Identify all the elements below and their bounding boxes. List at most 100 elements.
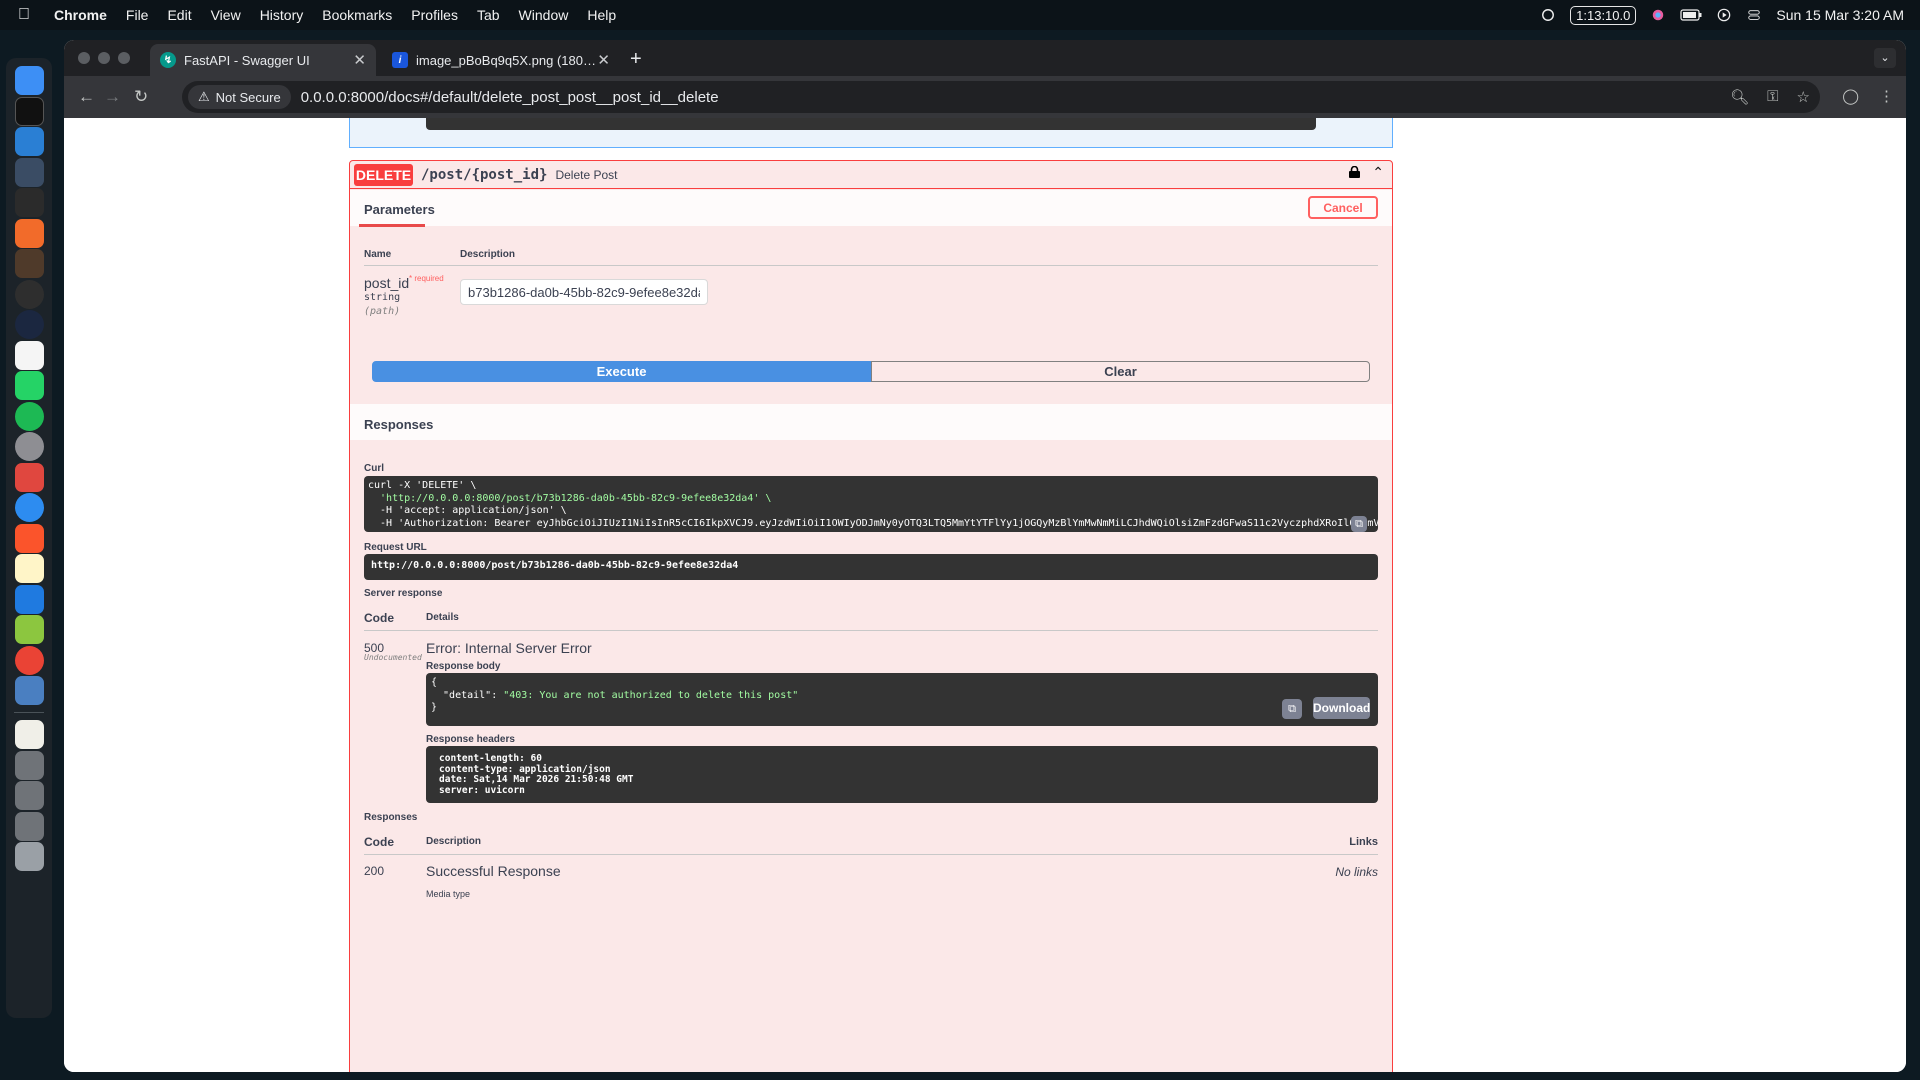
spotify-icon[interactable] — [15, 402, 44, 431]
chatgpt-icon[interactable] — [15, 280, 44, 309]
post-id-input[interactable] — [460, 279, 708, 305]
menubar-datetime[interactable]: Sun 15 Mar 3:20 AM — [1776, 7, 1904, 23]
menu-app-name[interactable]: Chrome — [54, 7, 107, 23]
parameters-tab-underline — [359, 224, 425, 227]
security-label: Not Secure — [215, 89, 281, 105]
zoom-window-button[interactable] — [118, 52, 130, 64]
tab-bar: ↯ FastAPI - Swagger UI ✕ i image_pBoBq9q… — [64, 40, 1906, 76]
security-indicator[interactable]: ⚠ Not Secure — [188, 85, 291, 109]
menu-edit[interactable]: Edit — [167, 7, 191, 23]
whatsapp-icon[interactable] — [15, 371, 44, 400]
play-icon[interactable] — [1716, 8, 1732, 22]
new-tab-icon[interactable]: + — [630, 48, 642, 71]
menu-bar:  Chrome File Edit View History Bookmark… — [0, 0, 1920, 30]
server-response-divider — [364, 630, 1378, 631]
terminal-icon[interactable] — [15, 97, 44, 126]
tab-search-chevron-icon[interactable]: ⌄ — [1874, 48, 1896, 68]
browser-toolbar: ← → ↻ ⚠ Not Secure 0.0.0.0:8000/docs#/de… — [64, 76, 1906, 118]
brave-icon[interactable] — [15, 524, 44, 553]
menu-window[interactable]: Window — [519, 7, 569, 23]
folder-icon[interactable] — [15, 751, 44, 780]
vscode-icon[interactable] — [15, 127, 44, 156]
json-key: "detail": — [431, 689, 504, 701]
folder-icon[interactable] — [15, 812, 44, 841]
copy-response-icon[interactable]: ⧉ — [1282, 699, 1302, 719]
response-links-200: No links — [1335, 865, 1378, 879]
header-line: server: uvicorn — [439, 784, 525, 796]
bookmark-star-icon[interactable]: ☆ — [1797, 88, 1810, 106]
menu-tab[interactable]: Tab — [477, 7, 500, 23]
app-icon-grid[interactable] — [15, 615, 44, 644]
error-title: Error: Internal Server Error — [426, 640, 592, 656]
address-bar[interactable]: ⚠ Not Secure 0.0.0.0:8000/docs#/default/… — [182, 81, 1820, 113]
trash-icon[interactable] — [15, 842, 44, 871]
safari-icon[interactable] — [15, 493, 44, 522]
app-icon-device[interactable] — [15, 188, 44, 217]
operation-summary[interactable]: DELETE /post/{post_id} Delete Post ⌃ — [350, 161, 1392, 189]
json-line: "detail": "403: You are not authorized t… — [431, 690, 1373, 703]
col-code-header: Code — [364, 835, 394, 849]
param-type: string — [364, 292, 401, 303]
app-icon-drive[interactable] — [15, 676, 44, 705]
menu-view[interactable]: View — [211, 7, 241, 23]
chevron-up-icon[interactable]: ⌃ — [1372, 164, 1384, 181]
response-headers-block[interactable]: content-length: 60 content-type: applicat… — [426, 746, 1378, 803]
recording-timer[interactable]: 1:13:10.0 — [1570, 5, 1637, 25]
download-button[interactable]: Download — [1313, 697, 1370, 719]
password-key-icon[interactable]: ⚿ — [1767, 88, 1778, 106]
response-description-200: Successful Response — [426, 863, 561, 879]
zoom-icon[interactable]: 🔍︎ — [1730, 88, 1749, 106]
close-tab-icon[interactable]: ✕ — [353, 51, 366, 69]
header-line: content-length: 60 — [439, 753, 542, 764]
cancel-button[interactable]: Cancel — [1308, 196, 1378, 219]
minimize-window-button[interactable] — [98, 52, 110, 64]
battery-icon[interactable] — [1680, 8, 1702, 22]
finder-icon[interactable] — [15, 66, 44, 95]
close-tab-icon[interactable]: ✕ — [597, 51, 610, 69]
app-icon-bird[interactable] — [15, 249, 44, 278]
tab-fastapi-swagger[interactable]: ↯ FastAPI - Swagger UI ✕ — [150, 44, 376, 76]
menu-profiles[interactable]: Profiles — [411, 7, 458, 23]
json-brace: } — [431, 702, 438, 713]
forward-icon[interactable]: → — [104, 87, 121, 107]
notes-icon[interactable] — [15, 554, 44, 583]
browser-window: ↯ FastAPI - Swagger UI ✕ i image_pBoBq9q… — [64, 40, 1906, 1072]
lock-icon[interactable] — [1349, 166, 1360, 178]
chatgpt-status-icon[interactable] — [1540, 8, 1556, 22]
tasks-icon[interactable] — [15, 585, 44, 614]
control-center-icon[interactable] — [1746, 8, 1762, 22]
reload-icon[interactable]: ↻ — [134, 87, 148, 107]
app-icon-orbit[interactable] — [15, 310, 44, 339]
more-menu-icon[interactable]: ⋮ — [1879, 87, 1894, 105]
url-text[interactable]: 0.0.0.0:8000/docs#/default/delete_post_p… — [301, 89, 719, 106]
app-icon-calendar[interactable] — [15, 463, 44, 492]
app-icon-a[interactable] — [15, 158, 44, 187]
curl-line: -H 'accept: application/json' \ — [368, 505, 567, 516]
back-icon[interactable]: ← — [78, 87, 95, 107]
menu-file[interactable]: File — [126, 7, 149, 23]
chrome-icon[interactable] — [15, 646, 44, 675]
response-body-block[interactable]: { "detail": "403: You are not authorized… — [426, 673, 1378, 726]
color-picker-icon[interactable] — [1650, 8, 1666, 22]
tab-parameters[interactable]: Parameters — [364, 202, 435, 217]
copy-curl-icon[interactable]: ⧉ — [1351, 516, 1367, 532]
params-divider — [364, 265, 1378, 266]
curl-code-block[interactable]: curl -X 'DELETE' \ 'http://0.0.0.0:8000/… — [364, 476, 1378, 532]
warning-icon: ⚠ — [198, 89, 210, 104]
close-window-button[interactable] — [78, 52, 90, 64]
tab-image[interactable]: i image_pBoBq9q5X.png (180… ✕ — [382, 44, 620, 76]
menu-bookmarks[interactable]: Bookmarks — [322, 7, 392, 23]
app-icon-pen[interactable] — [15, 219, 44, 248]
dock — [6, 58, 52, 1018]
document-icon[interactable] — [15, 720, 44, 749]
folder-icon[interactable] — [15, 781, 44, 810]
menu-help[interactable]: Help — [587, 7, 616, 23]
request-url-block[interactable]: http://0.0.0.0:8000/post/b73b1286-da0b-4… — [364, 554, 1378, 580]
clear-button[interactable]: Clear — [871, 361, 1370, 382]
profile-icon[interactable]: ◯ — [1842, 87, 1859, 105]
execute-button[interactable]: Execute — [372, 361, 871, 382]
apple-icon[interactable]:  — [18, 6, 40, 24]
settings-icon[interactable] — [15, 432, 44, 461]
menu-history[interactable]: History — [260, 7, 304, 23]
notion-icon[interactable] — [15, 341, 44, 370]
